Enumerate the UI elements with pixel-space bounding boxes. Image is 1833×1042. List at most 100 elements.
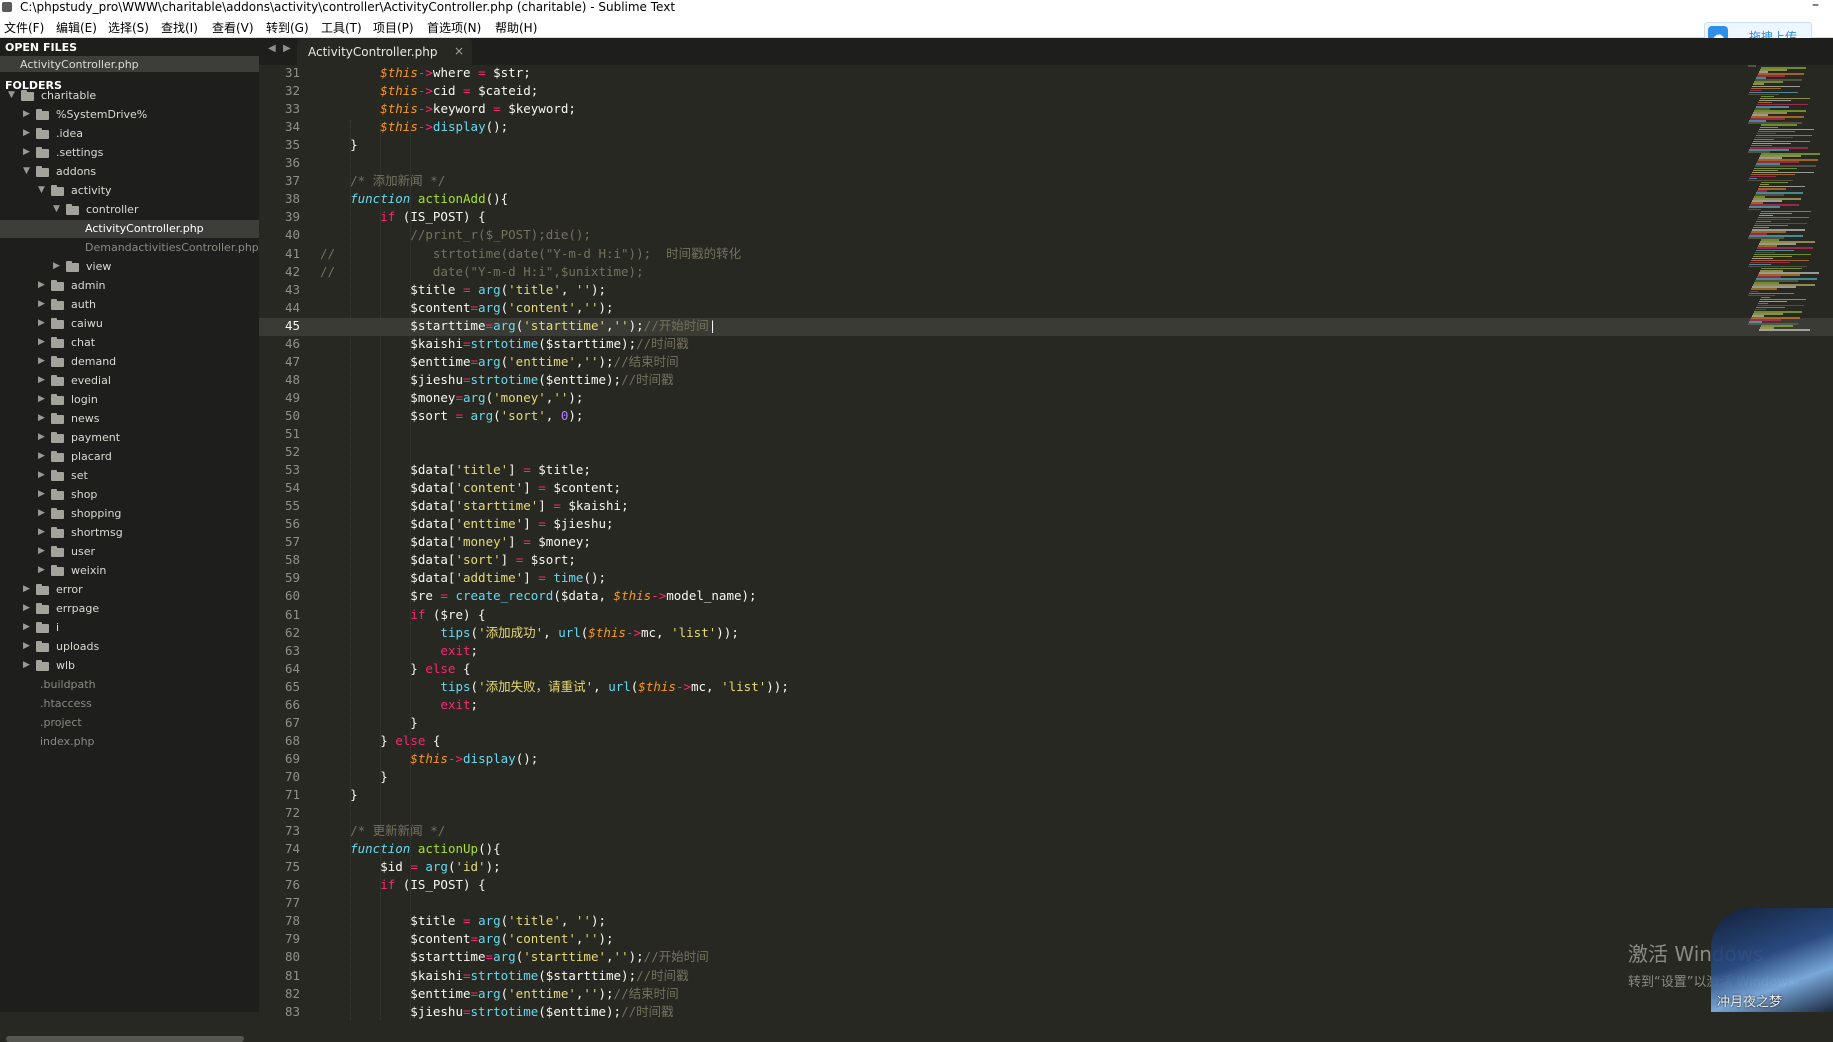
- collapsed-arrow-icon[interactable]: ▶: [38, 394, 45, 404]
- menu-item-2[interactable]: 选择(S): [108, 19, 149, 36]
- tree-item-shortmsg[interactable]: ▶ shortmsg: [0, 524, 259, 542]
- tree-item-errpage[interactable]: ▶ errpage: [0, 600, 259, 618]
- tree-item-activity[interactable]: ▼ activity: [0, 182, 259, 200]
- line-number: 69: [284, 750, 300, 766]
- code-token: ,: [543, 624, 559, 640]
- collapsed-arrow-icon[interactable]: ▶: [23, 128, 30, 138]
- tab-nav-right-icon[interactable]: ▶: [283, 43, 291, 54]
- collapsed-arrow-icon[interactable]: ▶: [23, 660, 30, 670]
- tree-item-htaccess[interactable]: .htaccess: [0, 695, 259, 713]
- collapsed-arrow-icon[interactable]: ▶: [23, 147, 30, 157]
- collapsed-arrow-icon[interactable]: ▶: [38, 280, 45, 290]
- code-token: //开始时间: [643, 949, 709, 965]
- tree-item-evedial[interactable]: ▶ evedial: [0, 372, 259, 390]
- minimize-button[interactable]: –: [1812, 0, 1819, 12]
- collapsed-arrow-icon[interactable]: ▶: [23, 109, 30, 119]
- expanded-arrow-icon[interactable]: ▼: [23, 166, 30, 176]
- tree-item-auth[interactable]: ▶ auth: [0, 296, 259, 314]
- tab-close-icon[interactable]: ×: [454, 44, 464, 58]
- tab-nav-left-icon[interactable]: ◀: [268, 43, 276, 54]
- collapsed-arrow-icon[interactable]: ▶: [38, 527, 45, 537]
- tree-item-error[interactable]: ▶ error: [0, 581, 259, 599]
- tree-item-index-php[interactable]: index.php: [0, 733, 259, 751]
- code-line: $this->cid = $cateid;: [320, 82, 538, 100]
- line-number: 54: [284, 480, 300, 496]
- menu-item-1[interactable]: 编辑(E): [56, 19, 97, 36]
- tree-item-shopping[interactable]: ▶ shopping: [0, 505, 259, 523]
- code-token: $content: [320, 931, 471, 947]
- tree-item-i[interactable]: ▶ i: [0, 619, 259, 637]
- collapsed-arrow-icon[interactable]: ▶: [38, 432, 45, 442]
- menu-item-6[interactable]: 工具(T): [321, 19, 362, 36]
- expanded-arrow-icon[interactable]: ▼: [8, 90, 15, 100]
- menu-item-3[interactable]: 查找(I): [161, 19, 198, 36]
- tree-item-idea[interactable]: ▶ .idea: [0, 125, 259, 143]
- tree-item-weixin[interactable]: ▶ weixin: [0, 562, 259, 580]
- tree-item-uploads[interactable]: ▶ uploads: [0, 638, 259, 656]
- tree-item-demandactivitiescontroller-php[interactable]: DemandactivitiesController.php: [0, 239, 259, 257]
- open-folder-icon: [21, 90, 34, 101]
- collapsed-arrow-icon[interactable]: ▶: [38, 299, 45, 309]
- menu-item-0[interactable]: 文件(F): [4, 19, 44, 36]
- tree-item-login[interactable]: ▶ login: [0, 391, 259, 409]
- tree-item-shop[interactable]: ▶ shop: [0, 486, 259, 504]
- code-token: ($re) {: [425, 606, 486, 622]
- collapsed-arrow-icon[interactable]: ▶: [38, 565, 45, 575]
- collapsed-arrow-icon[interactable]: ▶: [38, 470, 45, 480]
- tree-item-view[interactable]: ▶ view: [0, 258, 259, 276]
- collapsed-arrow-icon[interactable]: ▶: [38, 337, 45, 347]
- tree-item-news[interactable]: ▶ news: [0, 410, 259, 428]
- tree-item-project[interactable]: .project: [0, 714, 259, 732]
- tree-item-controller[interactable]: ▼ controller: [0, 201, 259, 219]
- collapsed-arrow-icon[interactable]: ▶: [23, 622, 30, 632]
- collapsed-arrow-icon[interactable]: ▶: [53, 261, 60, 271]
- code-token: (: [485, 389, 494, 405]
- collapsed-arrow-icon[interactable]: ▶: [23, 641, 30, 651]
- code-line: $enttime=arg('enttime','');//结束时间: [320, 985, 678, 1003]
- collapsed-arrow-icon[interactable]: ▶: [38, 489, 45, 499]
- sidebar-scrollbar[interactable]: [6, 1036, 244, 1042]
- menu-item-9[interactable]: 帮助(H): [495, 19, 537, 36]
- menu-item-4[interactable]: 查看(V): [212, 19, 254, 36]
- code-token: ->: [417, 65, 433, 80]
- menu-item-7[interactable]: 项目(P): [373, 19, 414, 36]
- tree-item-admin[interactable]: ▶ admin: [0, 277, 259, 295]
- tree-item-label: errpage: [56, 602, 100, 615]
- tab-activity-controller[interactable]: ActivityController.php ×: [297, 38, 472, 65]
- open-file-item[interactable]: ActivityController.php: [0, 56, 259, 72]
- tree-item-charitable[interactable]: ▼ charitable: [0, 87, 259, 105]
- collapsed-arrow-icon[interactable]: ▶: [38, 375, 45, 385]
- collapsed-arrow-icon[interactable]: ▶: [38, 508, 45, 518]
- minimap[interactable]: [1748, 65, 1828, 335]
- tree-item-label: shortmsg: [71, 526, 123, 539]
- tree-item-chat[interactable]: ▶ chat: [0, 334, 259, 352]
- collapsed-arrow-icon[interactable]: ▶: [38, 413, 45, 423]
- expanded-arrow-icon[interactable]: ▼: [53, 204, 60, 214]
- collapsed-arrow-icon[interactable]: ▶: [23, 584, 30, 594]
- tree-item-activitycontroller-php[interactable]: ActivityController.php: [0, 220, 259, 238]
- tree-item-label: .project: [40, 716, 82, 729]
- tree-item-placard[interactable]: ▶ placard: [0, 448, 259, 466]
- collapsed-arrow-icon[interactable]: ▶: [38, 318, 45, 328]
- tree-item-settings[interactable]: ▶ .settings: [0, 144, 259, 162]
- expanded-arrow-icon[interactable]: ▼: [38, 185, 45, 195]
- tree-item-systemdrive[interactable]: ▶ %SystemDrive%: [0, 106, 259, 124]
- line-number: 40: [284, 227, 300, 243]
- collapsed-arrow-icon[interactable]: ▶: [23, 603, 30, 613]
- tree-item-user[interactable]: ▶ user: [0, 543, 259, 561]
- tree-item-addons[interactable]: ▼ addons: [0, 163, 259, 181]
- code-token: $re: [320, 588, 441, 604]
- tree-item-demand[interactable]: ▶ demand: [0, 353, 259, 371]
- collapsed-arrow-icon[interactable]: ▶: [38, 356, 45, 366]
- menu-item-8[interactable]: 首选项(N): [427, 19, 481, 36]
- collapsed-arrow-icon[interactable]: ▶: [38, 451, 45, 461]
- tree-item-payment[interactable]: ▶ payment: [0, 429, 259, 447]
- menu-item-5[interactable]: 转到(G): [266, 19, 309, 36]
- tree-item-caiwu[interactable]: ▶ caiwu: [0, 315, 259, 333]
- collapsed-arrow-icon[interactable]: ▶: [38, 546, 45, 556]
- tree-item-set[interactable]: ▶ set: [0, 467, 259, 485]
- tree-item-buildpath[interactable]: .buildpath: [0, 676, 259, 694]
- tree-item-wlb[interactable]: ▶ wlb: [0, 657, 259, 675]
